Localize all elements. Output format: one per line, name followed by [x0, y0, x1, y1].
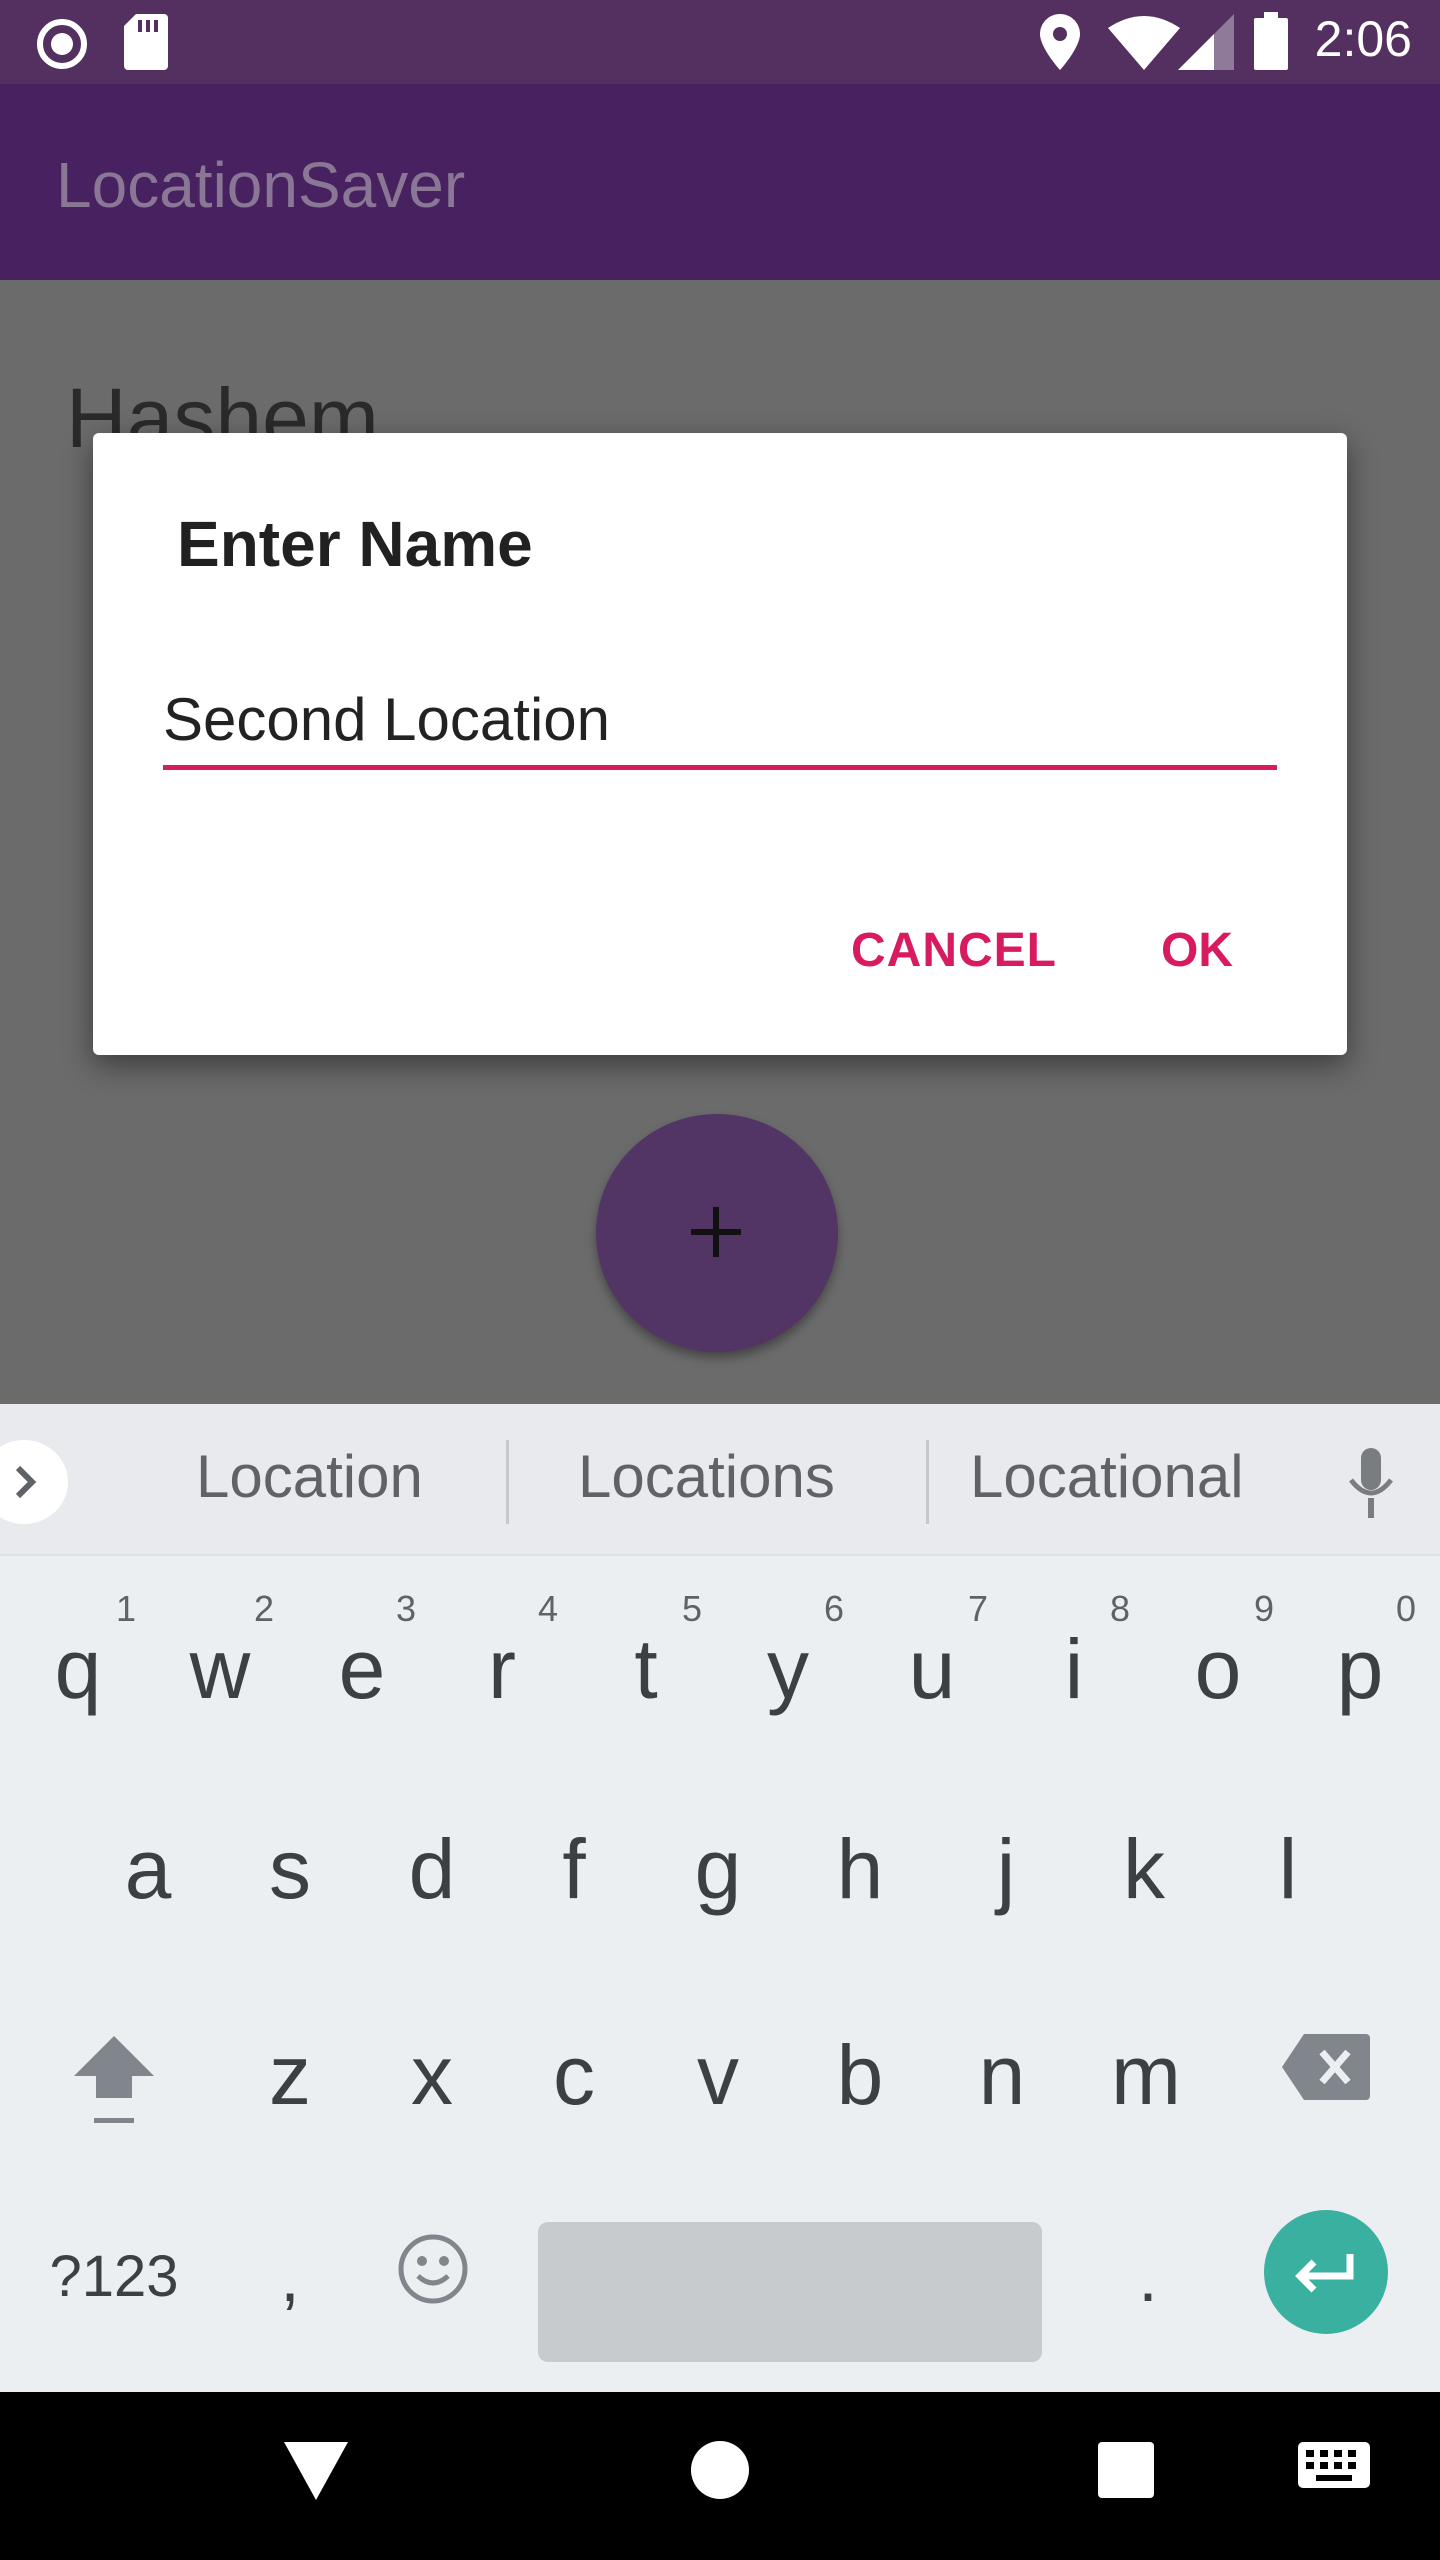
- app-bar: LocationSaver: [0, 84, 1440, 280]
- app-title: LocationSaver: [56, 149, 466, 221]
- key-a[interactable]: a: [78, 1794, 218, 1944]
- enter-arrow-icon: [1295, 2254, 1354, 2293]
- key-hint: 0: [1396, 1588, 1417, 1629]
- key-h[interactable]: h: [790, 1794, 930, 1944]
- keyboard-switch-icon[interactable]: [1298, 2442, 1370, 2496]
- key-b[interactable]: b: [790, 2000, 930, 2150]
- suggestion-1[interactable]: Location: [196, 1442, 423, 1511]
- dialog-title: Enter Name: [177, 508, 533, 580]
- emoji-icon[interactable]: [396, 2232, 470, 2306]
- microphone-icon[interactable]: [1346, 1448, 1396, 1522]
- key-hint: 2: [254, 1588, 275, 1629]
- cancel-button[interactable]: CANCEL: [851, 923, 1057, 978]
- key-z[interactable]: z: [220, 2000, 360, 2150]
- recents-icon[interactable]: [1098, 2442, 1154, 2498]
- key-hint: 5: [682, 1588, 703, 1629]
- space-bar[interactable]: [538, 2222, 1042, 2362]
- status-time: 2:06: [1314, 11, 1412, 67]
- chevron-right-icon: [15, 1465, 37, 1499]
- key-j[interactable]: j: [936, 1794, 1076, 1944]
- key-hint: 1: [116, 1588, 137, 1629]
- symbols-key[interactable]: ?123: [44, 2202, 184, 2352]
- key-x[interactable]: x: [362, 2000, 502, 2150]
- key-v[interactable]: v: [648, 2000, 788, 2150]
- location-pin-icon: [1040, 14, 1080, 70]
- suggestion-2[interactable]: Locations: [578, 1442, 835, 1511]
- sd-card-icon: [124, 14, 168, 70]
- ok-button[interactable]: OK: [1161, 923, 1233, 978]
- key-c[interactable]: c: [504, 2000, 644, 2150]
- name-input[interactable]: [163, 673, 1277, 770]
- enter-name-dialog: Enter Name CANCEL OK: [93, 433, 1347, 1055]
- key-hint: 9: [1254, 1588, 1275, 1629]
- navigation-bar: [0, 2392, 1440, 2560]
- enter-key[interactable]: [1264, 2210, 1388, 2334]
- status-bar: 2:06: [0, 0, 1440, 84]
- home-icon[interactable]: [690, 2440, 750, 2500]
- key-hint: 3: [396, 1588, 417, 1629]
- suggestion-3[interactable]: Locational: [970, 1442, 1244, 1511]
- key-hint: 8: [1110, 1588, 1131, 1629]
- key-hint: 6: [824, 1588, 845, 1629]
- cell-signal-icon: [1178, 14, 1234, 70]
- key-g[interactable]: g: [648, 1794, 788, 1944]
- wifi-icon: [1108, 16, 1180, 70]
- plus-icon: [691, 1207, 741, 1257]
- key-period[interactable]: .: [1078, 2202, 1218, 2352]
- soft-keyboard: Location Locations Locational q w e r t …: [0, 1404, 1440, 2392]
- key-m[interactable]: m: [1076, 2000, 1216, 2150]
- key-hint: 4: [538, 1588, 559, 1629]
- add-location-fab[interactable]: [596, 1114, 838, 1352]
- backspace-icon[interactable]: [1282, 2034, 1370, 2100]
- suggestion-divider: [926, 1440, 929, 1524]
- key-hint: 7: [968, 1588, 989, 1629]
- media-record-icon: [37, 19, 87, 69]
- key-n[interactable]: n: [932, 2000, 1072, 2150]
- key-l[interactable]: l: [1218, 1794, 1358, 1944]
- key-d[interactable]: d: [362, 1794, 502, 1944]
- suggestion-divider: [506, 1440, 509, 1524]
- battery-icon: [1254, 12, 1288, 70]
- key-s[interactable]: s: [220, 1794, 360, 1944]
- shift-icon[interactable]: [70, 2032, 158, 2128]
- expand-suggestions-button[interactable]: [0, 1440, 68, 1524]
- key-comma[interactable]: ,: [220, 2202, 360, 2352]
- suggestion-strip: Location Locations Locational: [0, 1404, 1440, 1556]
- key-f[interactable]: f: [504, 1794, 644, 1944]
- key-k[interactable]: k: [1074, 1794, 1214, 1944]
- back-icon[interactable]: [284, 2442, 348, 2500]
